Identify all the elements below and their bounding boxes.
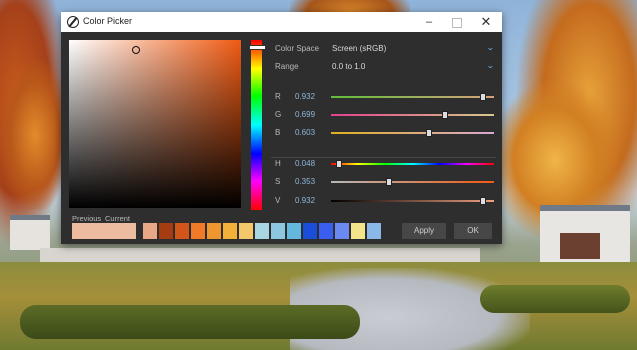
- channel-label-h: H: [275, 159, 281, 168]
- channel-value-s[interactable]: 0.353: [295, 177, 315, 186]
- channel-value-v[interactable]: 0.932: [295, 196, 315, 205]
- slider-knob[interactable]: [385, 178, 392, 186]
- previous-color-swatch[interactable]: [72, 223, 102, 239]
- slider-knob[interactable]: [479, 197, 486, 205]
- color-space-select[interactable]: Screen (sRGB): [332, 44, 386, 53]
- divider: [271, 157, 496, 158]
- channel-value-h[interactable]: 0.048: [295, 159, 315, 168]
- current-label: Current: [105, 214, 131, 223]
- slider-knob[interactable]: [441, 111, 448, 119]
- color-cursor[interactable]: [132, 46, 140, 54]
- palette-swatch[interactable]: [335, 223, 349, 239]
- title-bar[interactable]: Color Picker – ✕: [61, 12, 502, 32]
- channel-slider-h[interactable]: [331, 163, 494, 165]
- channel-value-b[interactable]: 0.603: [295, 128, 315, 137]
- range-select[interactable]: 0.0 to 1.0: [332, 62, 365, 71]
- color-picker-window: Color Picker – ✕ Color Space Screen (sRG…: [61, 12, 502, 244]
- palette-swatch[interactable]: [319, 223, 333, 239]
- channel-label-s: S: [275, 177, 281, 186]
- slider-knob[interactable]: [479, 93, 486, 101]
- saturation-value-square[interactable]: [69, 40, 241, 208]
- channel-slider-b[interactable]: [331, 132, 494, 134]
- apply-button[interactable]: Apply: [402, 223, 446, 239]
- previous-label: Previous: [72, 214, 102, 223]
- palette-swatch[interactable]: [271, 223, 285, 239]
- palette-swatch[interactable]: [175, 223, 189, 239]
- close-button[interactable]: ✕: [472, 12, 500, 32]
- ok-button[interactable]: OK: [454, 223, 492, 239]
- channel-slider-g[interactable]: [331, 114, 494, 116]
- palette-swatch[interactable]: [143, 223, 157, 239]
- channel-slider-s[interactable]: [331, 181, 494, 183]
- chevron-down-icon[interactable]: ⌄: [486, 61, 495, 70]
- hedge: [480, 285, 630, 313]
- channel-label-b: B: [275, 128, 281, 137]
- window-title: Color Picker: [83, 16, 133, 26]
- color-space-label: Color Space: [275, 44, 320, 53]
- maximize-button[interactable]: [443, 12, 471, 32]
- chevron-down-icon[interactable]: ⌄: [486, 43, 495, 52]
- channel-slider-v[interactable]: [331, 200, 494, 202]
- hedge: [20, 305, 360, 339]
- maximize-icon: [452, 18, 462, 28]
- current-color-swatch: [102, 223, 136, 239]
- slider-knob[interactable]: [335, 160, 342, 168]
- palette-swatch[interactable]: [367, 223, 381, 239]
- slider-knob[interactable]: [426, 129, 433, 137]
- palette-swatch[interactable]: [191, 223, 205, 239]
- hue-bar[interactable]: [251, 40, 262, 210]
- color-picker-icon: [67, 16, 79, 28]
- palette-swatch[interactable]: [303, 223, 317, 239]
- channel-label-v: V: [275, 196, 281, 205]
- minimize-button[interactable]: –: [415, 12, 443, 32]
- palette-swatch[interactable]: [351, 223, 365, 239]
- house: [10, 215, 50, 250]
- palette-swatch[interactable]: [255, 223, 269, 239]
- palette-swatch[interactable]: [159, 223, 173, 239]
- autumn-tree: [0, 60, 70, 210]
- palette-swatch[interactable]: [239, 223, 253, 239]
- palette-swatch[interactable]: [223, 223, 237, 239]
- channel-label-g: G: [275, 110, 282, 119]
- range-label: Range: [275, 62, 299, 71]
- palette-swatch[interactable]: [287, 223, 301, 239]
- channel-value-g[interactable]: 0.699: [295, 110, 315, 119]
- palette-swatch[interactable]: [207, 223, 221, 239]
- hue-handle[interactable]: [249, 45, 266, 50]
- channel-value-r[interactable]: 0.932: [295, 92, 315, 101]
- channel-slider-r[interactable]: [331, 96, 494, 98]
- channel-label-r: R: [275, 92, 281, 101]
